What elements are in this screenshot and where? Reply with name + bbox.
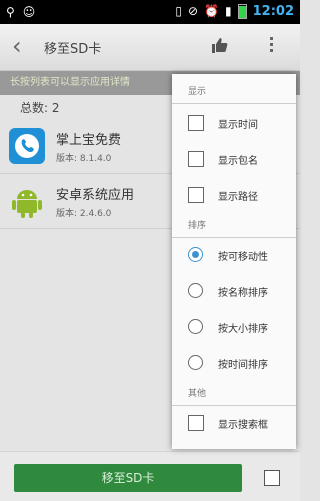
- option-label: 显示路径: [218, 192, 258, 203]
- toolbar: ‹ 移至SD卡: [0, 24, 300, 71]
- radio-button[interactable]: [188, 319, 203, 334]
- option-sort-time[interactable]: 按时间排序: [172, 344, 296, 380]
- option-show-time[interactable]: 显示时间: [172, 104, 296, 140]
- overflow-menu-icon[interactable]: [266, 34, 276, 60]
- sync-icon: ⊘: [187, 4, 199, 18]
- option-show-search[interactable]: 显示搜索框: [172, 404, 296, 440]
- app-name: 安卓系统应用: [56, 188, 135, 203]
- battery-icon: [237, 3, 247, 19]
- option-sort-name[interactable]: 按名称排序: [172, 272, 296, 308]
- status-bar: ⚲ ☺ ▯ ⊘ ⏰ ▮ 12:02: [0, 0, 300, 24]
- checkbox[interactable]: [188, 187, 204, 203]
- option-label: 显示搜索框: [218, 420, 268, 431]
- option-label: 按可移动性: [218, 252, 268, 263]
- clock: 12:02: [252, 3, 294, 19]
- option-label: 显示包名: [218, 156, 258, 167]
- phone-app-icon: [8, 127, 46, 165]
- chevron-left-icon[interactable]: ‹: [12, 32, 22, 60]
- radio-button[interactable]: [188, 247, 203, 262]
- checkbox[interactable]: [188, 115, 204, 131]
- select-all-checkbox[interactable]: [264, 470, 280, 486]
- vibrate-icon: ▯: [175, 4, 182, 18]
- option-label: 按大小排序: [218, 324, 268, 335]
- bottom-bar: 移至SD卡: [0, 451, 300, 501]
- option-label: 按时间排序: [218, 360, 268, 371]
- thumbs-up-icon[interactable]: [210, 35, 230, 60]
- android-debug-icon: ☺: [22, 5, 36, 19]
- android-robot-icon: [8, 182, 46, 220]
- section-header-display: 显示: [172, 84, 296, 104]
- options-popup-menu: 显示 显示时间 显示包名 显示路径 排序 按可移动性 按名称排序 按大小排序 按…: [172, 74, 296, 449]
- radio-button[interactable]: [188, 355, 203, 370]
- move-to-sd-button[interactable]: 移至SD卡: [14, 464, 242, 492]
- app-count: 总数: 2: [20, 101, 60, 115]
- option-show-path[interactable]: 显示路径: [172, 176, 296, 212]
- app-version: 版本: 2.4.6.0: [56, 209, 112, 219]
- option-sort-size[interactable]: 按大小排序: [172, 308, 296, 344]
- alarm-icon: ⏰: [204, 4, 219, 18]
- checkbox[interactable]: [188, 415, 204, 431]
- option-label: 按名称排序: [218, 288, 268, 299]
- option-show-package[interactable]: 显示包名: [172, 140, 296, 176]
- usb-icon: ⚲: [6, 5, 15, 19]
- section-header-other: 其他: [172, 386, 296, 406]
- option-label: 显示时间: [218, 120, 258, 131]
- page-title: 移至SD卡: [44, 42, 102, 57]
- radio-button[interactable]: [188, 283, 203, 298]
- app-name: 掌上宝免费: [56, 133, 122, 148]
- option-sort-movability[interactable]: 按可移动性: [172, 236, 296, 272]
- signal-icon: ▮: [225, 4, 232, 18]
- app-version: 版本: 8.1.4.0: [56, 154, 112, 164]
- section-header-sort: 排序: [172, 218, 296, 238]
- checkbox[interactable]: [188, 151, 204, 167]
